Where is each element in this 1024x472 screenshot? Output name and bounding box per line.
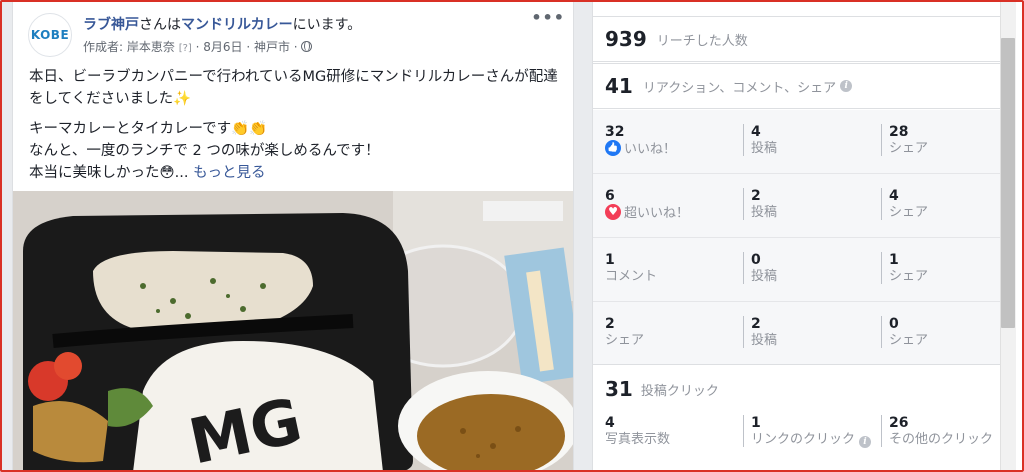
likes-label: いいね！ xyxy=(624,142,677,157)
other-clicks-count: 26 xyxy=(889,415,909,431)
like-icon xyxy=(605,140,621,156)
shares-total: 2 シェア xyxy=(605,316,743,350)
place-link[interactable]: マンドリルカレー xyxy=(181,17,293,33)
post-photo[interactable]: MG xyxy=(13,191,573,472)
loves-share-label: シェア xyxy=(889,205,929,220)
link-clicks: 1 リンクのクリック i xyxy=(743,415,881,449)
photo-views-label: 写真表示数 xyxy=(605,432,671,447)
likes-post-count: 4 xyxy=(751,124,761,140)
info-icon[interactable]: i xyxy=(840,80,853,92)
scrollbar-thumb[interactable] xyxy=(1001,38,1015,328)
insights-panel: 939 リーチした人数 41 リアクション、コメント、シェア i 32 いいね！… xyxy=(592,0,1000,472)
comments-share-label: シェア xyxy=(889,269,929,284)
avatar-logo-text: KOBE xyxy=(30,28,70,42)
reach-number: 939 xyxy=(605,27,647,51)
likes-label-wrap: いいね！ xyxy=(605,140,743,159)
shares-post-label: 投稿 xyxy=(751,333,778,348)
post-text-line-4: 本当に美味しかった😳... xyxy=(29,165,189,181)
reaction-breakdown: 32 いいね！ 4 投稿 28 シェア 6 超いいね！ 2 投稿 4 xyxy=(593,110,1000,365)
likes-on-shares: 28 シェア xyxy=(881,124,1000,156)
photo-views: 4 写真表示数 xyxy=(605,415,743,449)
other-clicks-label: その他のクリック xyxy=(889,432,994,447)
reach-label: リーチした人数 xyxy=(656,33,748,49)
shares-share-label: シェア xyxy=(889,333,929,348)
link-clicks-info-icon[interactable]: i xyxy=(859,436,872,448)
loves-total: 6 超いいね！ xyxy=(605,188,743,223)
comments-on-shares: 1 シェア xyxy=(881,252,1000,284)
engagement-stat: 41 リアクション、コメント、シェア i xyxy=(593,63,1000,109)
more-options-icon[interactable]: ••• xyxy=(531,8,565,27)
post-clicks-label: 投稿クリック xyxy=(640,383,719,399)
link-clicks-label: リンクのクリック xyxy=(751,432,856,447)
post-text-line-3: なんと、一度のランチで 2 つの味が楽しめるんです！ xyxy=(29,143,380,159)
page-avatar[interactable]: KOBE xyxy=(28,13,72,57)
shares-count: 2 xyxy=(605,316,615,332)
post-clicks-section: 31 投稿クリック 4 写真表示数 1 リンクのクリック i 26 その他のクリッ… xyxy=(593,365,1000,472)
loves-post-count: 2 xyxy=(751,188,761,204)
post-date[interactable]: · 8月6日 · 神戸市 · xyxy=(196,40,298,54)
post-header: KOBE ラブ神戸さんはマンドリルカレーにいます。 作成者: 岸本恵奈 [?] … xyxy=(13,0,573,60)
likes-share-label: シェア xyxy=(889,141,929,156)
likes-row: 32 いいね！ 4 投稿 28 シェア xyxy=(593,110,1000,174)
loves-on-post: 2 投稿 xyxy=(743,188,881,220)
author-label: 作成者: 岸本恵奈 xyxy=(83,40,175,54)
comments-post-count: 0 xyxy=(751,252,761,268)
title-end: にいます。 xyxy=(292,17,362,33)
post-clicks-number: 31 xyxy=(605,377,633,401)
loves-share-count: 4 xyxy=(889,188,899,204)
right-edge xyxy=(1016,0,1024,472)
title-connector: さんは xyxy=(139,17,181,33)
reach-stat: 939 リーチした人数 xyxy=(593,16,1000,62)
comments-total: 1 コメント xyxy=(605,252,743,286)
post-title: ラブ神戸さんはマンドリルカレーにいます。 xyxy=(83,14,361,34)
loves-label: 超いいね！ xyxy=(624,206,690,221)
comments-row: 1 コメント 0 投稿 1 シェア xyxy=(593,238,1000,302)
likes-post-label: 投稿 xyxy=(751,141,778,156)
shares-on-post: 2 投稿 xyxy=(743,316,881,348)
comments-on-post: 0 投稿 xyxy=(743,252,881,284)
loves-count: 6 xyxy=(605,188,615,204)
loves-post-label: 投稿 xyxy=(751,205,778,220)
comments-label: コメント xyxy=(605,269,658,284)
shares-row: 2 シェア 2 投稿 0 シェア xyxy=(593,302,1000,366)
shares-post-count: 2 xyxy=(751,316,761,332)
likes-count: 32 xyxy=(605,124,625,140)
post-clicks-header: 31 投稿クリック xyxy=(605,377,719,401)
link-clicks-label-wrap: リンクのクリック i xyxy=(751,431,881,449)
comments-share-count: 1 xyxy=(889,252,899,268)
link-clicks-count: 1 xyxy=(751,415,761,431)
help-link[interactable]: [?] xyxy=(179,43,192,54)
post-body: 本日、ビーラブカンパニーで行われているMG研修にマンドリルカレーさんが配達をして… xyxy=(29,66,559,184)
loves-label-wrap: 超いいね！ xyxy=(605,204,743,223)
page-name-link[interactable]: ラブ神戸 xyxy=(83,17,139,33)
curry-photo-illustration: MG xyxy=(13,191,573,472)
post-card: KOBE ラブ神戸さんはマンドリルカレーにいます。 作成者: 岸本恵奈 [?] … xyxy=(12,0,574,472)
post-text-line-4-wrap: 本当に美味しかった😳... もっと見る xyxy=(29,162,559,184)
loves-row: 6 超いいね！ 2 投稿 4 シェア xyxy=(593,174,1000,238)
comments-post-label: 投稿 xyxy=(751,269,778,284)
photo-views-count: 4 xyxy=(605,415,615,431)
shares-on-shares: 0 シェア xyxy=(881,316,1000,348)
likes-on-post: 4 投稿 xyxy=(743,124,881,156)
engagement-number: 41 xyxy=(605,74,633,98)
likes-total: 32 いいね！ xyxy=(605,124,743,159)
post-text-line-2: キーマカレーとタイカレーです👏👏 xyxy=(29,121,268,137)
comments-count: 1 xyxy=(605,252,615,268)
likes-share-count: 28 xyxy=(889,124,909,140)
love-icon xyxy=(605,204,621,220)
engagement-label: リアクション、コメント、シェア xyxy=(642,80,837,96)
loves-on-shares: 4 シェア xyxy=(881,188,1000,220)
globe-icon[interactable] xyxy=(301,41,313,52)
see-more-link[interactable]: もっと見る xyxy=(193,165,266,181)
other-clicks: 26 その他のクリック xyxy=(881,415,1000,447)
post-text-line-1: 本日、ビーラブカンパニーで行われているMG研修にマンドリルカレーさんが配達をして… xyxy=(29,69,558,107)
post-meta: 作成者: 岸本恵奈 [?] · 8月6日 · 神戸市 · xyxy=(83,38,313,55)
shares-label: シェア xyxy=(605,333,645,348)
shares-share-count: 0 xyxy=(889,316,899,332)
